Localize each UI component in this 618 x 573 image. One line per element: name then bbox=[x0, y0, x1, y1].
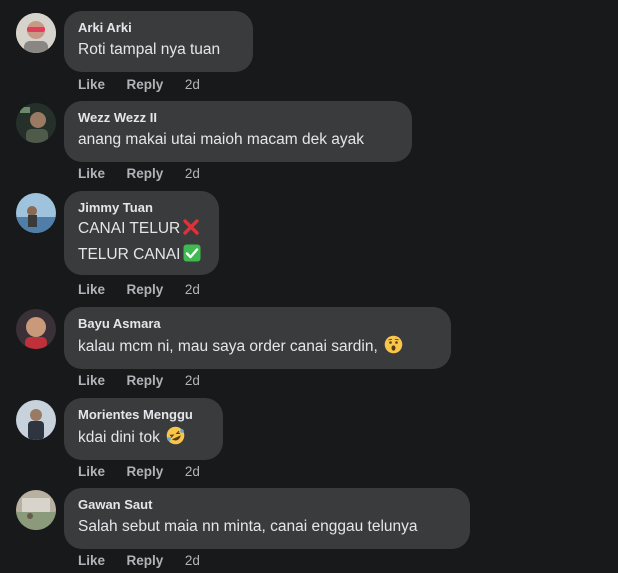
avatar-image bbox=[16, 13, 56, 53]
comment-text: kalau mcm ni, mau saya order canai sardi… bbox=[78, 338, 378, 355]
rolling-laughing-icon bbox=[166, 426, 185, 452]
reply-button[interactable]: Reply bbox=[127, 77, 164, 92]
avatar[interactable] bbox=[16, 309, 56, 349]
comment-actions: Like Reply 2d bbox=[78, 373, 200, 388]
commenter-name[interactable]: Wezz Wezz II bbox=[78, 109, 398, 126]
comment-text-line-1: CANAI TELUR bbox=[78, 218, 205, 243]
commenter-name[interactable]: Jimmy Tuan bbox=[78, 199, 205, 216]
timestamp[interactable]: 2d bbox=[185, 166, 200, 181]
comment-bubble: Morientes Menggu kdai dini tok bbox=[64, 398, 223, 460]
like-button[interactable]: Like bbox=[78, 373, 105, 388]
avatar[interactable] bbox=[16, 103, 56, 143]
avatar[interactable] bbox=[16, 13, 56, 53]
comment-text-line-2: TELUR CANAI bbox=[78, 244, 205, 269]
reply-button[interactable]: Reply bbox=[127, 282, 164, 297]
reply-button[interactable]: Reply bbox=[127, 373, 164, 388]
comment-text-line-1: kdai dini tok bbox=[78, 426, 209, 452]
like-button[interactable]: Like bbox=[78, 464, 105, 479]
comment-actions: Like Reply 2d bbox=[78, 282, 200, 297]
like-button[interactable]: Like bbox=[78, 77, 105, 92]
reply-button[interactable]: Reply bbox=[127, 464, 164, 479]
timestamp[interactable]: 2d bbox=[185, 77, 200, 92]
comment-bubble: Gawan Saut Salah sebut maia nn minta, ca… bbox=[64, 488, 470, 549]
avatar-image bbox=[16, 103, 56, 143]
timestamp[interactable]: 2d bbox=[185, 282, 200, 297]
comment-bubble: Wezz Wezz II anang makai utai maioh maca… bbox=[64, 101, 412, 162]
cross-mark-icon bbox=[182, 218, 200, 243]
comment-text-line-1: kalau mcm ni, mau saya order canai sardi… bbox=[78, 335, 437, 361]
comment-bubble: Arki Arki Roti tampal nya tuan bbox=[64, 11, 253, 72]
avatar-image bbox=[16, 400, 56, 440]
like-button[interactable]: Like bbox=[78, 553, 105, 568]
commenter-name[interactable]: Gawan Saut bbox=[78, 496, 456, 513]
comment-actions: Like Reply 2d bbox=[78, 166, 200, 181]
avatar[interactable] bbox=[16, 490, 56, 530]
like-button[interactable]: Like bbox=[78, 166, 105, 181]
comment-text: kdai dini tok bbox=[78, 429, 160, 446]
timestamp[interactable]: 2d bbox=[185, 553, 200, 568]
avatar[interactable] bbox=[16, 400, 56, 440]
comment-text: TELUR CANAI bbox=[78, 246, 181, 263]
comment-text: Roti tampal nya tuan bbox=[78, 41, 221, 58]
commenter-name[interactable]: Morientes Menggu bbox=[78, 406, 209, 423]
avatar-image bbox=[16, 490, 56, 530]
timestamp[interactable]: 2d bbox=[185, 373, 200, 388]
comment-actions: Like Reply 2d bbox=[78, 464, 200, 479]
commenter-name[interactable]: Arki Arki bbox=[78, 19, 239, 36]
like-button[interactable]: Like bbox=[78, 282, 105, 297]
comment-text: Salah sebut maia nn minta, canai enggau … bbox=[78, 518, 418, 535]
reply-button[interactable]: Reply bbox=[127, 166, 164, 181]
avatar[interactable] bbox=[16, 193, 56, 233]
avatar-image bbox=[16, 193, 56, 233]
comment-bubble: Bayu Asmara kalau mcm ni, mau saya order… bbox=[64, 307, 451, 369]
comment-text: CANAI TELUR bbox=[78, 220, 181, 237]
check-mark-icon bbox=[183, 244, 201, 269]
reply-button[interactable]: Reply bbox=[127, 553, 164, 568]
comment-text: anang makai utai maioh macam dek ayak bbox=[78, 131, 365, 148]
avatar-image bbox=[16, 309, 56, 349]
timestamp[interactable]: 2d bbox=[185, 464, 200, 479]
comment-actions: Like Reply 2d bbox=[78, 77, 200, 92]
commenter-name[interactable]: Bayu Asmara bbox=[78, 315, 437, 332]
comment-bubble: Jimmy Tuan CANAI TELUR TELUR CANAI bbox=[64, 191, 219, 275]
comment-actions: Like Reply 2d bbox=[78, 553, 200, 568]
hushed-face-icon bbox=[384, 335, 403, 361]
